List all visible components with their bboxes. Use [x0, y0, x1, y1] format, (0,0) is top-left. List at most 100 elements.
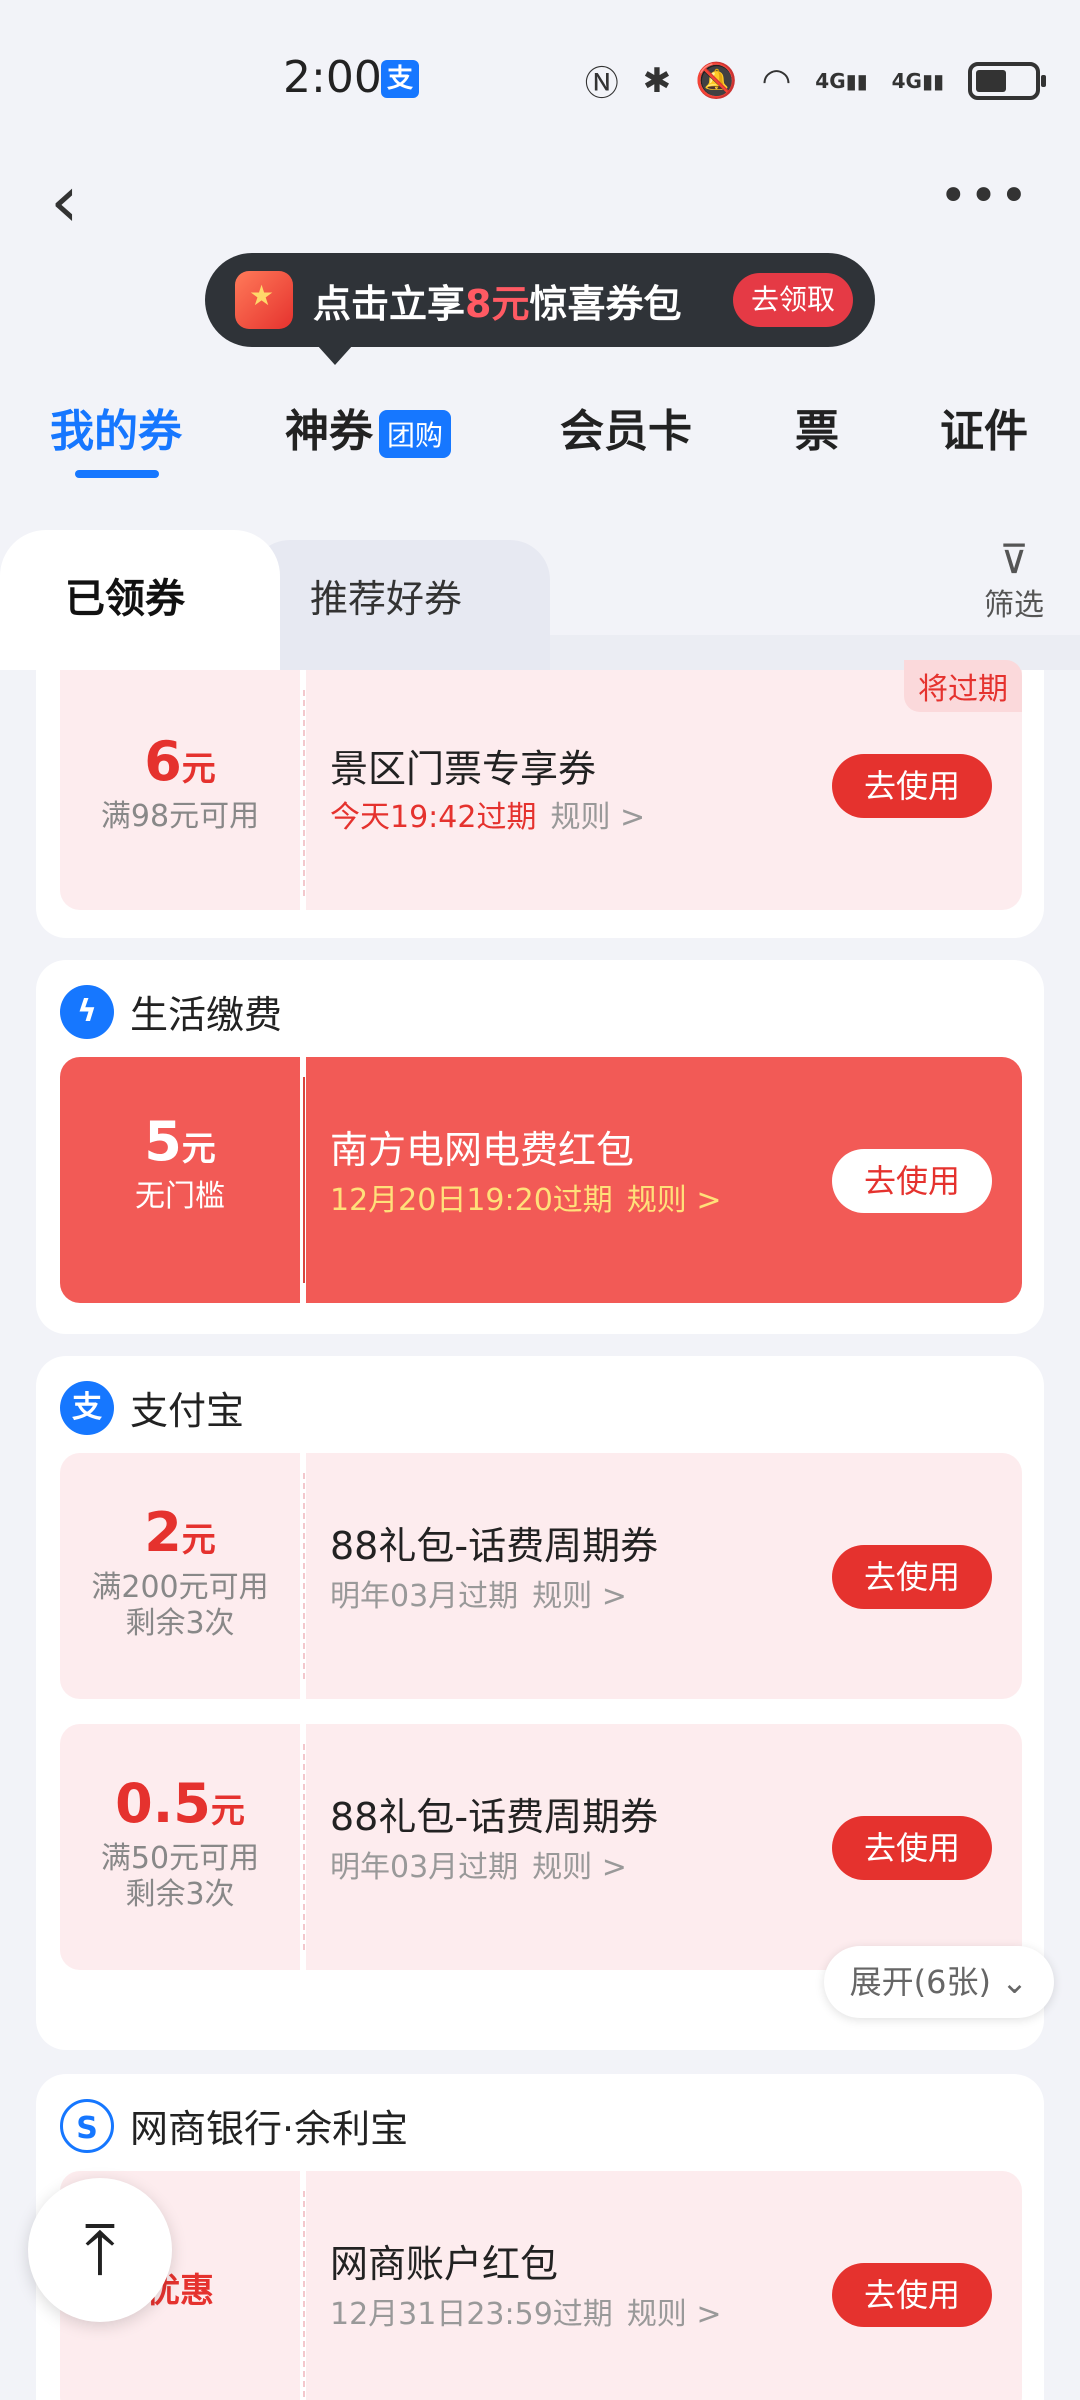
tab-super-coupons[interactable]: 神券 团购: [285, 395, 452, 459]
mute-icon: 🔕: [695, 60, 738, 101]
coupon-group-card: 支 支付宝 2元 满200元可用 剩余3次 88礼包-话费周期券 明年03月过期…: [36, 1356, 1054, 2050]
amount-unit: 元: [181, 1520, 216, 1560]
signal-label: 4G: [815, 68, 846, 93]
claim-button[interactable]: 去领取: [732, 273, 853, 327]
banner-text: 点击立享8元惊喜券包: [313, 273, 681, 328]
coupon-info-area: 网商账户红包 12月31日23:59过期 规则 > 去使用: [306, 2171, 1022, 2400]
card-header: S 网商银行·余利宝: [60, 2098, 408, 2153]
rules-link[interactable]: 规则 >: [627, 2297, 722, 2332]
coupon-remaining: 剩余3次: [125, 1877, 235, 1912]
status-bar: 2:00 支 Ⓝ ✱ 🔕 ◠ 4G▮▮ 4G▮▮: [0, 0, 1080, 140]
rules-link[interactable]: 规则 >: [532, 1850, 627, 1885]
use-button[interactable]: 去使用: [832, 2263, 992, 2327]
subtab-recommended-label: 推荐好券: [310, 577, 463, 621]
filter-button[interactable]: ⊽ 筛选: [984, 540, 1044, 624]
coupon-item[interactable]: 0.5元 满50元可用 剩余3次 88礼包-话费周期券 明年03月过期 规则 > …: [60, 1724, 1022, 1970]
coupon-info-area: 南方电网电费红包 12月20日19:20过期 规则 > 去使用: [306, 1057, 1022, 1303]
arrow-up-icon: ⤒: [84, 2209, 116, 2291]
expiry-text: 今天19:42过期: [330, 800, 537, 835]
tab-membership-card[interactable]: 会员卡: [560, 395, 692, 459]
nfc-icon: Ⓝ: [584, 64, 619, 104]
coupon-divider: [303, 1473, 305, 1679]
expand-button[interactable]: 展开(6张) ⌄: [823, 1946, 1054, 2018]
coupon-remaining: 剩余3次: [125, 1606, 235, 1641]
alipay-icon: 支: [60, 1380, 114, 1435]
coupon-amount-area: 0.5元 满50元可用 剩余3次: [60, 1724, 300, 1970]
coupon-item[interactable]: 5元 无门槛 南方电网电费红包 12月20日19:20过期 规则 > 去使用: [60, 1057, 1022, 1303]
card-title: 生活缴费: [130, 993, 283, 1037]
more-icon: •••: [939, 168, 1030, 224]
use-button[interactable]: 去使用: [832, 754, 992, 818]
amount-unit: 元: [181, 1129, 216, 1169]
coupon-divider: [303, 1744, 305, 1950]
tab-tickets[interactable]: 票: [795, 395, 839, 459]
wifi-icon: ◠: [761, 60, 792, 101]
status-time: 2:00: [283, 52, 382, 103]
coupon-condition: 满98元可用: [100, 799, 260, 834]
expiry-text: 明年03月过期: [330, 1579, 519, 1614]
coupon-amount-area: 6元 满98元可用: [60, 670, 300, 910]
coupon-condition: 无门槛: [135, 1179, 225, 1214]
tab-my-coupons[interactable]: 我的券: [50, 395, 182, 459]
coupon-amount: 6元: [60, 732, 300, 799]
rules-link[interactable]: 规则 >: [627, 1183, 722, 1218]
group-buy-badge: 团购: [379, 410, 452, 458]
card-title: 网商银行·余利宝: [130, 2107, 409, 2151]
coupon-amount-area: 2元 满200元可用 剩余3次: [60, 1453, 300, 1699]
coupon-divider: [303, 690, 305, 896]
card-header: 支 支付宝: [60, 1380, 244, 1435]
lightning-icon: ϟ: [60, 984, 114, 1039]
main-tabs: 我的券 神券 团购 会员卡 票 证件: [0, 395, 1080, 458]
back-button[interactable]: ‹: [50, 165, 79, 237]
coupon-item[interactable]: 6元 满98元可用 将过期 景区门票专享券 今天19:42过期 规则 > 去使用: [60, 660, 1022, 910]
coupon-group-card: S 网商银行·余利宝 优惠 网商账户红包 12月31日23:59过期 规则 > 去…: [36, 2074, 1044, 2400]
tab-certificates[interactable]: 证件: [940, 395, 1028, 459]
coupon-expiry: 明年03月过期 规则 >: [330, 1571, 627, 1615]
expiry-text: 12月20日19:20过期: [330, 1183, 613, 1218]
use-button[interactable]: 去使用: [832, 1149, 992, 1213]
coupon-name: 88礼包-话费周期券: [330, 1795, 659, 1839]
rules-link[interactable]: 规则 >: [550, 800, 645, 835]
back-to-top-button[interactable]: ⤒: [28, 2178, 172, 2322]
signal-label: 4G: [891, 68, 922, 93]
coupon-divider: [303, 2191, 305, 2397]
coupon-name: 南方电网电费红包: [330, 1128, 635, 1172]
expiry-text: 12月31日23:59过期: [330, 2297, 613, 2332]
sub-tabs: 推荐好券 已领券 ⊽ 筛选: [0, 530, 1080, 670]
amount-value: 2: [144, 1501, 182, 1564]
coupon-name: 景区门票专享券: [330, 747, 597, 791]
subtab-recommended[interactable]: 推荐好券: [250, 540, 550, 670]
filter-label: 筛选: [984, 588, 1044, 623]
coupon-info-area: 88礼包-话费周期券 明年03月过期 规则 > 去使用: [306, 1724, 1022, 1970]
coupon-name: 网商账户红包: [330, 2242, 559, 2286]
signal-4g-icon: 4G▮▮: [815, 68, 868, 93]
coupon-group-card: 6元 满98元可用 将过期 景区门票专享券 今天19:42过期 规则 > 去使用: [36, 660, 1044, 938]
card-header: ϟ 生活缴费: [60, 984, 282, 1039]
more-button[interactable]: •••: [939, 168, 1030, 224]
expiry-text: 明年03月过期: [330, 1850, 519, 1885]
signal-4g-icon: 4G▮▮: [891, 68, 944, 93]
coupon-item[interactable]: 优惠 网商账户红包 12月31日23:59过期 规则 > 去使用: [60, 2171, 1022, 2400]
card-title: 支付宝: [130, 1389, 245, 1433]
banner-suffix: 惊喜券包: [529, 281, 682, 326]
amount-value: 5: [144, 1110, 182, 1173]
coupon-amount: 5元: [60, 1112, 300, 1179]
coupon-info-area: 88礼包-话费周期券 明年03月过期 规则 > 去使用: [306, 1453, 1022, 1699]
amount-unit: 元: [210, 1791, 245, 1831]
coupon-info-area: 将过期 景区门票专享券 今天19:42过期 规则 > 去使用: [306, 660, 1022, 910]
subtab-claimed[interactable]: 已领券: [0, 530, 280, 670]
amount-value: 6: [144, 730, 182, 793]
coupon-item[interactable]: 2元 满200元可用 剩余3次 88礼包-话费周期券 明年03月过期 规则 > 去…: [60, 1453, 1022, 1699]
coupon-amount-area: 5元 无门槛: [60, 1057, 300, 1303]
use-button[interactable]: 去使用: [832, 1816, 992, 1880]
bluetooth-icon: ✱: [642, 60, 672, 101]
use-button[interactable]: 去使用: [832, 1545, 992, 1609]
coupon-expiry: 今天19:42过期 规则 >: [330, 792, 645, 836]
promo-banner[interactable]: 点击立享8元惊喜券包 去领取: [205, 253, 875, 365]
coupon-amount: 2元: [60, 1503, 300, 1570]
system-icons: Ⓝ ✱ 🔕 ◠ 4G▮▮ 4G▮▮: [584, 56, 1046, 105]
mybank-icon: S: [60, 2098, 114, 2153]
amount-value: 0.5: [115, 1772, 211, 1835]
rules-link[interactable]: 规则 >: [532, 1579, 627, 1614]
coupon-group-card: ϟ 生活缴费 5元 无门槛 南方电网电费红包 12月20日19:20过期 规则 >…: [36, 960, 1044, 1334]
